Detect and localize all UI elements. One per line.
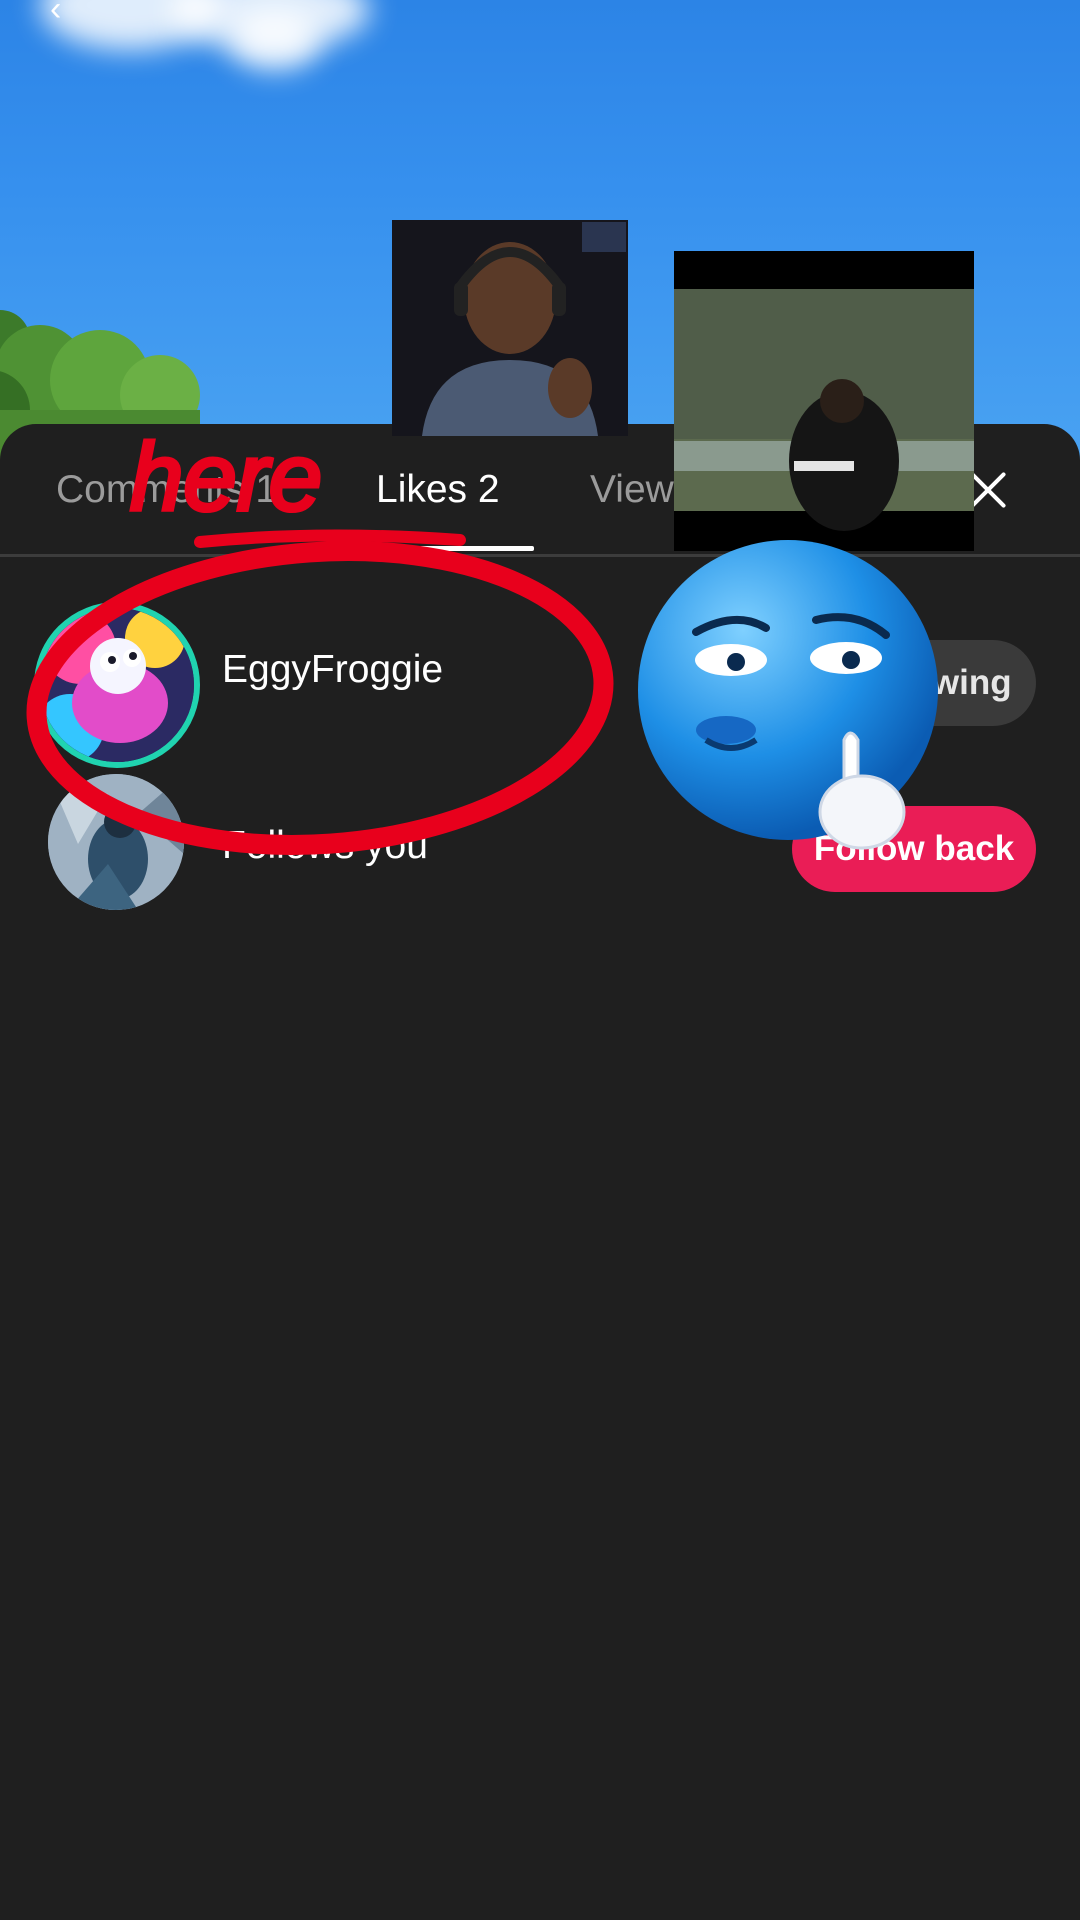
annotation-overlay: here [26,422,614,855]
reaction-video-overlay [674,251,974,551]
back-arrow-icon[interactable]: ‹ [50,0,61,29]
stadium-image [674,251,974,551]
emoji-sticker [638,540,938,850]
annotation-text: here [130,424,322,531]
annotation-circle [26,541,614,855]
